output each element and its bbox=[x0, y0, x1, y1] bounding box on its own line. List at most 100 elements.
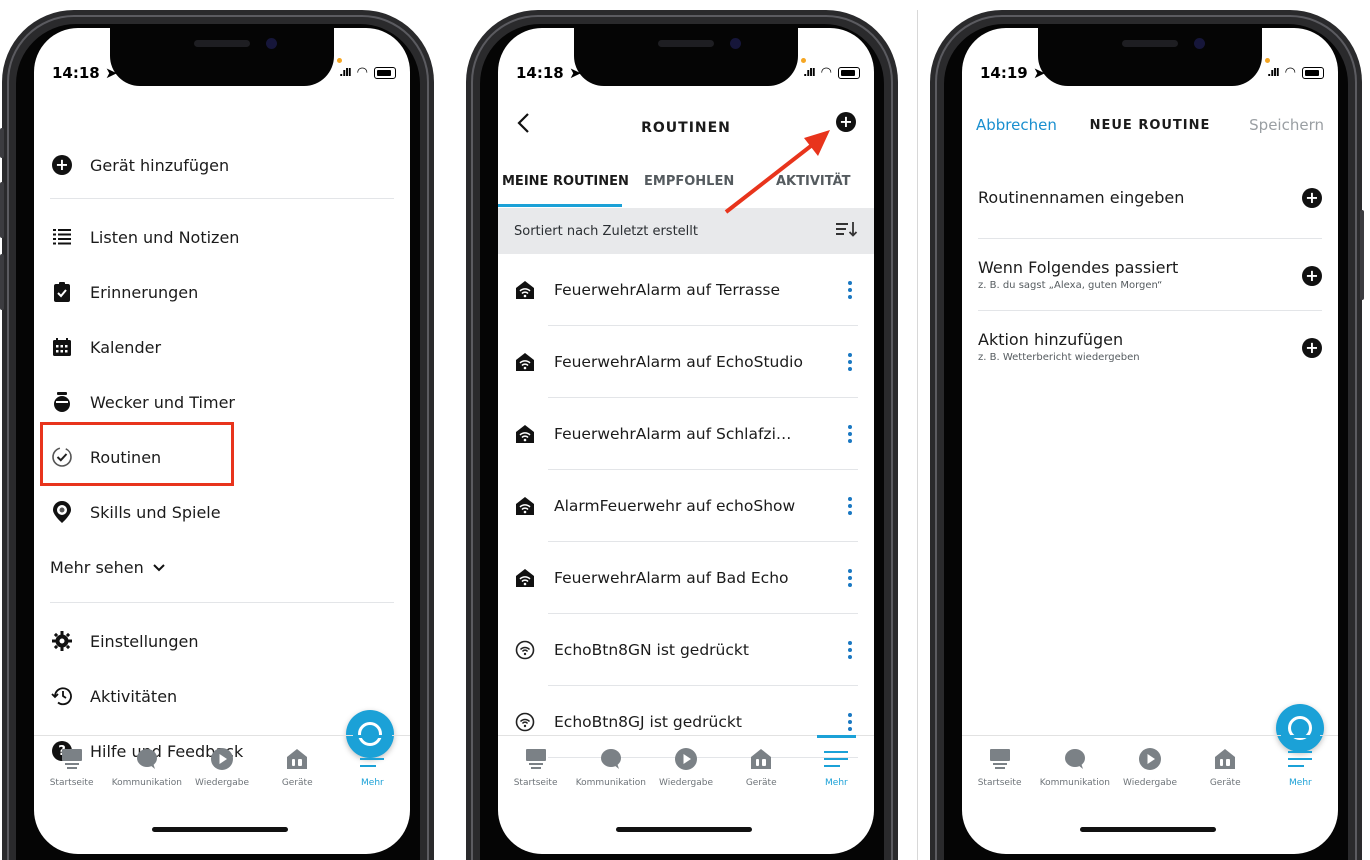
menu-item-label: Kalender bbox=[90, 337, 162, 357]
routine-label: FeuerwehrAlarm auf Schlafzi… bbox=[554, 425, 792, 443]
plus-circle-icon: + bbox=[50, 153, 74, 177]
notch bbox=[1038, 28, 1262, 86]
tab-geraete[interactable]: Geräte bbox=[1188, 736, 1263, 800]
gear-icon bbox=[50, 629, 74, 653]
more-options-icon[interactable] bbox=[838, 497, 862, 515]
more-options-icon[interactable] bbox=[838, 641, 862, 659]
tab-label: Wiedergabe bbox=[659, 778, 714, 788]
plus-circle-icon[interactable]: + bbox=[1302, 338, 1322, 358]
home-icon bbox=[987, 746, 1013, 772]
tab-wiedergabe[interactable]: Wiedergabe bbox=[1112, 736, 1187, 800]
status-time: 14:18 ➤ bbox=[516, 64, 582, 82]
signal-icon: .ıll bbox=[803, 66, 815, 79]
hamburger-menu-icon bbox=[823, 746, 849, 772]
sort-icon[interactable] bbox=[836, 221, 858, 241]
hamburger-menu-icon bbox=[359, 746, 385, 772]
mic-indicator-dot bbox=[1265, 58, 1270, 63]
tab-meine-routinen[interactable]: MEINE ROUTINEN bbox=[502, 174, 629, 189]
plus-circle-icon[interactable]: + bbox=[1302, 266, 1322, 286]
routines-screen: 14:18 ➤ .ıll ◠ ROUTINEN + MEINE ROUTINEN… bbox=[498, 28, 874, 854]
tab-startseite[interactable]: Startseite bbox=[962, 736, 1037, 800]
menu-item-label: Einstellungen bbox=[90, 631, 199, 651]
menu-item-label: Gerät hinzufügen bbox=[90, 155, 230, 175]
chat-bubble-icon bbox=[1062, 746, 1088, 772]
tab-kommunikation[interactable]: Kommunikation bbox=[573, 736, 648, 800]
tab-label: Startseite bbox=[977, 778, 1022, 788]
active-tab-underline bbox=[498, 204, 622, 207]
menu-item-lists[interactable]: Listen und Notizen bbox=[50, 214, 394, 260]
calendar-icon bbox=[50, 335, 74, 359]
tab-wiedergabe[interactable]: Wiedergabe bbox=[648, 736, 723, 800]
signal-icon: .ıll bbox=[1267, 66, 1279, 79]
notch bbox=[110, 28, 334, 86]
menu-screen: 14:18 ➤ .ıll ◠ + Gerät hinzufügen Listen… bbox=[34, 28, 410, 854]
more-options-icon[interactable] bbox=[838, 281, 862, 299]
routine-list-item[interactable]: FeuerwehrAlarm auf Terrasse bbox=[498, 254, 874, 326]
status-icons: .ıll ◠ bbox=[1267, 66, 1324, 79]
battery-icon bbox=[374, 66, 396, 79]
devices-house-icon bbox=[284, 746, 310, 772]
menu-item-reminders[interactable]: Erinnerungen bbox=[50, 269, 394, 315]
tab-label: Geräte bbox=[745, 778, 777, 788]
tab-kommunikation[interactable]: Kommunikation bbox=[109, 736, 184, 800]
routine-list-item[interactable]: FeuerwehrAlarm auf Bad Echo bbox=[498, 542, 874, 614]
tab-label: Startseite bbox=[513, 778, 558, 788]
routine-name-row[interactable]: Routinennamen eingeben + bbox=[978, 188, 1322, 228]
row-title: Aktion hinzufügen bbox=[978, 330, 1124, 349]
plus-circle-icon[interactable]: + bbox=[1302, 188, 1322, 208]
list-icon bbox=[50, 225, 74, 249]
side-button bbox=[0, 128, 4, 158]
routine-label: EchoBtn8GJ ist gedrückt bbox=[554, 713, 742, 731]
routine-label: EchoBtn8GN ist gedrückt bbox=[554, 641, 749, 659]
trigger-row[interactable]: Wenn Folgendes passiert z. B. du sagst „… bbox=[978, 258, 1322, 298]
menu-item-activities[interactable]: Aktivitäten bbox=[50, 673, 394, 719]
more-options-icon[interactable] bbox=[838, 425, 862, 443]
play-icon bbox=[1137, 746, 1163, 772]
save-button[interactable]: Speichern bbox=[1249, 116, 1324, 134]
status-time: 14:18 ➤ bbox=[52, 64, 118, 82]
menu-item-skills[interactable]: Skills und Spiele bbox=[50, 489, 394, 535]
more-options-icon[interactable] bbox=[838, 353, 862, 371]
add-routine-button[interactable]: + bbox=[836, 112, 856, 132]
routines-highlight-box bbox=[40, 422, 234, 486]
routine-list-item[interactable]: FeuerwehrAlarm auf EchoStudio bbox=[498, 326, 874, 398]
tab-mehr[interactable]: Mehr bbox=[1263, 735, 1338, 800]
more-options-icon[interactable] bbox=[838, 713, 862, 731]
phone-menu: 14:18 ➤ .ıll ◠ + Gerät hinzufügen Listen… bbox=[0, 10, 434, 860]
history-icon bbox=[50, 684, 74, 708]
echo-button-icon bbox=[514, 639, 536, 661]
side-button bbox=[1360, 210, 1364, 300]
tab-startseite[interactable]: Startseite bbox=[498, 736, 573, 800]
home-indicator bbox=[616, 827, 752, 832]
mic-indicator-dot bbox=[337, 58, 342, 63]
routine-list-item[interactable]: FeuerwehrAlarm auf Schlafzi… bbox=[498, 398, 874, 470]
more-options-icon[interactable] bbox=[838, 569, 862, 587]
tab-label: Wiedergabe bbox=[1123, 778, 1178, 788]
tab-startseite[interactable]: Startseite bbox=[34, 736, 109, 800]
tab-label: Mehr bbox=[361, 778, 384, 788]
tab-wiedergabe[interactable]: Wiedergabe bbox=[184, 736, 259, 800]
tab-label: Startseite bbox=[49, 778, 94, 788]
menu-item-alarms[interactable]: Wecker und Timer bbox=[50, 379, 394, 425]
wifi-icon: ◠ bbox=[1284, 64, 1296, 80]
alarm-clock-icon bbox=[50, 390, 74, 414]
see-more-label: Mehr sehen bbox=[50, 557, 144, 577]
menu-item-label: Wecker und Timer bbox=[90, 392, 235, 412]
phone-routines: 14:18 ➤ .ıll ◠ ROUTINEN + MEINE ROUTINEN… bbox=[466, 10, 898, 860]
menu-item-settings[interactable]: Einstellungen bbox=[50, 618, 394, 664]
tab-kommunikation[interactable]: Kommunikation bbox=[1037, 736, 1112, 800]
menu-item-label: Listen und Notizen bbox=[90, 227, 240, 247]
routine-list-item[interactable]: EchoBtn8GN ist gedrückt bbox=[498, 614, 874, 686]
routine-list-item[interactable]: AlarmFeuerwehr auf echoShow bbox=[498, 470, 874, 542]
tab-mehr[interactable]: Mehr bbox=[799, 735, 874, 800]
menu-item-add-device[interactable]: + Gerät hinzufügen bbox=[50, 142, 394, 188]
smart-home-icon bbox=[514, 279, 536, 301]
action-row[interactable]: Aktion hinzufügen z. B. Wetterbericht wi… bbox=[978, 330, 1322, 370]
tab-geraete[interactable]: Geräte bbox=[260, 736, 335, 800]
tab-geraete[interactable]: Geräte bbox=[724, 736, 799, 800]
row-subtitle: z. B. du sagst „Alexa, guten Morgen“ bbox=[978, 280, 1163, 291]
see-more-toggle[interactable]: Mehr sehen bbox=[50, 544, 394, 590]
side-button bbox=[0, 254, 4, 310]
menu-item-calendar[interactable]: Kalender bbox=[50, 324, 394, 370]
tab-mehr[interactable]: Mehr bbox=[335, 735, 410, 800]
